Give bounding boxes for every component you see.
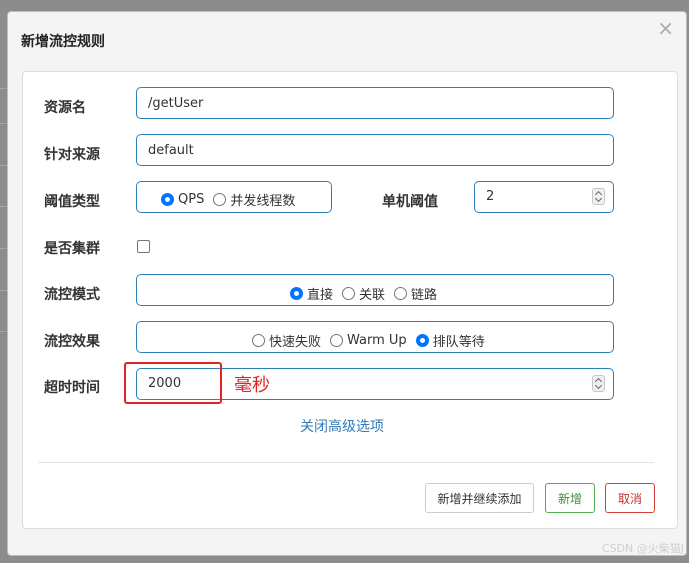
threshold-type-label: 阈值类型: [44, 194, 100, 210]
threshold-type-qps[interactable]: QPS: [161, 192, 204, 207]
add-flow-rule-dialog: 新增流控规则 × 资源名 /getUser 针对来源 default 阈值类型 …: [7, 11, 687, 556]
flow-effect-warm-up[interactable]: Warm Up: [330, 333, 407, 348]
single-threshold-input[interactable]: 2: [474, 181, 614, 213]
flow-effect-label: 流控效果: [44, 334, 100, 350]
source-value: default: [148, 143, 194, 158]
radio-checked-icon[interactable]: [415, 334, 429, 347]
radio-checked-icon[interactable]: [290, 287, 303, 300]
flow-mode-group: 直接 关联 链路: [136, 274, 614, 306]
flow-effect-queue-label: 排队等待: [432, 335, 485, 350]
form-divider: [38, 462, 654, 463]
radio-icon[interactable]: [213, 193, 227, 206]
close-icon[interactable]: ×: [657, 18, 674, 38]
form-panel: 资源名 /getUser 针对来源 default 阈值类型 QPS 并发线程数…: [22, 71, 678, 529]
cluster-checkbox[interactable]: [137, 240, 150, 253]
dialog-title: 新增流控规则: [21, 34, 105, 50]
threshold-type-group: QPS 并发线程数: [136, 181, 332, 213]
flow-mode-relate[interactable]: 关联: [342, 284, 385, 303]
close-advanced-options-link[interactable]: 关闭高级选项: [300, 416, 384, 436]
cancel-button[interactable]: 取消: [605, 483, 655, 513]
radio-icon[interactable]: [342, 287, 356, 300]
flow-mode-relate-label: 关联: [359, 288, 386, 303]
radio-icon[interactable]: [252, 334, 265, 347]
resource-name-value: /getUser: [148, 96, 204, 111]
source-label: 针对来源: [44, 147, 100, 163]
source-input[interactable]: default: [136, 134, 614, 166]
single-threshold-label: 单机阈值: [382, 194, 438, 210]
flow-effect-queue[interactable]: 排队等待: [415, 331, 485, 350]
annotation-highlight-box: [124, 362, 222, 404]
timeout-label: 超时时间: [44, 380, 100, 396]
flow-effect-fail-fast-label: 快速失败: [269, 335, 322, 350]
flow-effect-fail-fast[interactable]: 快速失败: [252, 331, 321, 350]
cluster-label: 是否集群: [44, 241, 100, 257]
flow-mode-direct-label: 直接: [307, 288, 334, 303]
add-button[interactable]: 新增: [545, 483, 595, 513]
watermark: CSDN @火柴猫J: [601, 542, 684, 555]
flow-mode-chain-label: 链路: [411, 288, 438, 303]
flow-mode-options: 直接 关联 链路: [290, 284, 446, 303]
flow-mode-chain[interactable]: 链路: [394, 284, 437, 303]
radio-icon[interactable]: [330, 334, 344, 347]
resource-name-label: 资源名: [44, 100, 86, 116]
annotation-unit-text: 毫秒: [234, 375, 270, 396]
number-spinner-icon[interactable]: [592, 188, 605, 205]
threshold-type-qps-label: QPS: [178, 192, 205, 207]
single-threshold-value: 2: [486, 189, 495, 204]
threshold-type-threads-label: 并发线程数: [230, 194, 296, 209]
number-spinner-icon[interactable]: [592, 375, 605, 392]
flow-mode-direct[interactable]: 直接: [290, 284, 333, 303]
flow-effect-group: 快速失败 Warm Up 排队等待: [136, 321, 614, 353]
threshold-type-threads[interactable]: 并发线程数: [213, 190, 295, 209]
flow-effect-warm-up-label: Warm Up: [347, 333, 407, 348]
radio-icon[interactable]: [394, 287, 408, 300]
flow-mode-label: 流控模式: [44, 287, 100, 303]
resource-name-input[interactable]: /getUser: [136, 87, 614, 119]
threshold-type-options: QPS 并发线程数: [161, 190, 304, 209]
radio-checked-icon[interactable]: [161, 193, 174, 206]
add-and-continue-button[interactable]: 新增并继续添加: [425, 483, 534, 513]
flow-effect-options: 快速失败 Warm Up 排队等待: [252, 331, 494, 350]
